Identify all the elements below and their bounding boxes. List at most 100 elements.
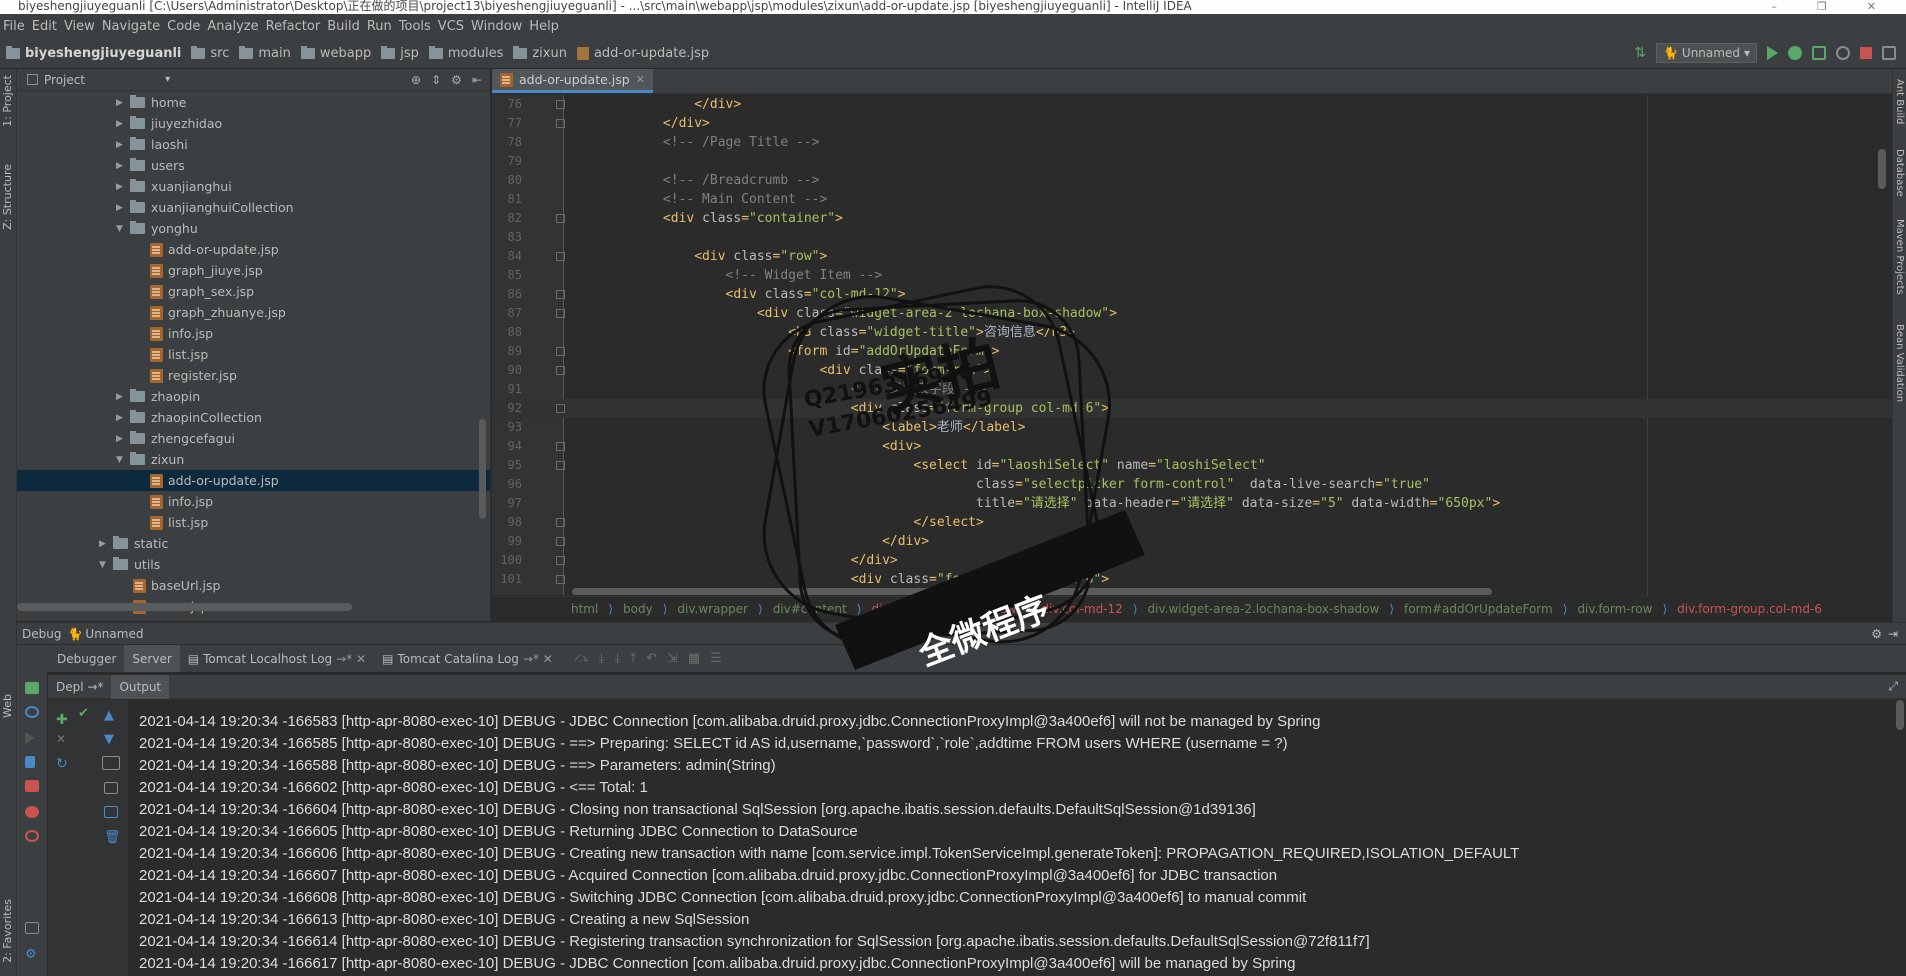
code-line[interactable]: 85 <!-- Widget Item -->: [492, 266, 1892, 285]
fold-marker-icon[interactable]: [556, 366, 565, 375]
chevron-right-icon[interactable]: ▶: [116, 413, 130, 423]
remove-icon[interactable]: ✕: [56, 732, 70, 746]
tree-item[interactable]: ▶ xuanjianghui: [17, 176, 490, 197]
menu-build[interactable]: Build: [326, 19, 366, 34]
breadcrumb-item[interactable]: zixun: [513, 46, 567, 61]
database-tab[interactable]: Database: [1894, 149, 1905, 197]
restore-icon[interactable]: ⤢: [1888, 679, 1898, 694]
chevron-down-icon[interactable]: ▼: [99, 560, 113, 570]
code-lines[interactable]: 76 </div> 77 </div> 78 <!-- /Page Title --…: [492, 95, 1892, 589]
editor-crumb[interactable]: form#addOrUpdateForm: [1404, 602, 1553, 616]
code-line[interactable]: 84 <div class="row">: [492, 247, 1892, 266]
bean-validation-tab[interactable]: Bean Validation: [1894, 324, 1905, 402]
code-line[interactable]: 95 <select id="laoshiSelect" name="laosh…: [492, 456, 1892, 475]
tab-tomcat-localhost-log[interactable]: ▤ Tomcat Localhost Log →* ✕: [180, 645, 374, 672]
code-line[interactable]: 90 <div class="form-row">: [492, 361, 1892, 380]
tree-item[interactable]: ▶ static: [17, 533, 490, 554]
debug-icon[interactable]: [1788, 46, 1802, 60]
chevron-right-icon[interactable]: ▶: [116, 182, 130, 192]
tree-item[interactable]: register.jsp: [17, 365, 490, 386]
editor-crumb[interactable]: div#content: [773, 602, 847, 616]
code-line[interactable]: 94 <div>: [492, 437, 1892, 456]
fold-marker-icon[interactable]: [556, 119, 565, 128]
drop-frame-icon[interactable]: ↶: [646, 651, 657, 666]
stop-icon[interactable]: [25, 780, 39, 792]
close-icon[interactable]: →* ✕: [336, 652, 366, 666]
editor-crumb[interactable]: div.wrapper: [677, 602, 748, 616]
mute-breakpoints-icon[interactable]: [25, 830, 39, 842]
menu-analyze[interactable]: Analyze: [206, 19, 264, 34]
tree-item[interactable]: add-or-update.jsp: [17, 239, 490, 260]
code-line[interactable]: 82 <div class="container">: [492, 209, 1892, 228]
coverage-icon[interactable]: [1812, 46, 1826, 60]
collapse-icon[interactable]: ⇕: [431, 73, 441, 87]
code-line[interactable]: 77 </div>: [492, 114, 1892, 133]
tree-item[interactable]: ▶ zhaopin: [17, 386, 490, 407]
chevron-down-icon[interactable]: ▾: [165, 74, 170, 85]
project-tool-tab[interactable]: 1: Project: [1, 75, 14, 127]
project-vertical-scrollbar[interactable]: [479, 419, 486, 519]
project-panel-title[interactable]: Project: [44, 73, 85, 87]
editor-tab-add-or-update[interactable]: add-or-update.jsp ✕: [492, 69, 653, 93]
code-line[interactable]: 86 <div class="col-md-12">: [492, 285, 1892, 304]
gear-icon[interactable]: ⚙: [1871, 627, 1882, 641]
build-icon[interactable]: ⇅: [1634, 45, 1646, 61]
print-icon[interactable]: [104, 806, 118, 818]
tree-item[interactable]: info.jsp: [17, 491, 490, 512]
fold-marker-icon[interactable]: [556, 252, 565, 261]
tree-item[interactable]: info.jsp: [17, 323, 490, 344]
menu-navigate[interactable]: Navigate: [101, 19, 166, 34]
menu-tools[interactable]: Tools: [398, 19, 437, 34]
update-icon[interactable]: [25, 706, 39, 718]
deployment-tab[interactable]: Depl →*: [48, 680, 111, 694]
editor-crumb[interactable]: div.form-group.col-md-6: [1677, 602, 1822, 616]
resume-icon[interactable]: [25, 732, 35, 744]
tab-server[interactable]: Server: [124, 645, 180, 672]
breadcrumb-item[interactable]: src: [191, 46, 229, 61]
breadcrumb-item[interactable]: add-or-update.jsp: [576, 46, 709, 61]
gear-icon[interactable]: ⚙: [451, 73, 462, 87]
tree-item[interactable]: ▶ xuanjianghuiCollection: [17, 197, 490, 218]
pause-icon[interactable]: [25, 756, 35, 768]
fold-marker-icon[interactable]: [556, 556, 565, 565]
code-line[interactable]: 79: [492, 152, 1892, 171]
evaluate-icon[interactable]: ▦: [688, 651, 700, 666]
fold-marker-icon[interactable]: [556, 404, 565, 413]
tree-item[interactable]: add-or-update.jsp: [17, 470, 490, 491]
close-icon[interactable]: →* ✕: [523, 652, 553, 666]
fold-marker-icon[interactable]: [556, 347, 565, 356]
clear-all-icon[interactable]: 🗑: [104, 830, 121, 845]
tree-item[interactable]: graph_zhuanye.jsp: [17, 302, 490, 323]
code-line[interactable]: 92 <div class="form-group col-md-6">: [492, 399, 1892, 418]
profile-icon[interactable]: [1836, 46, 1850, 60]
breadcrumb-item[interactable]: modules: [428, 46, 503, 61]
menu-run[interactable]: Run: [366, 19, 398, 34]
project-horizontal-scrollbar[interactable]: [17, 603, 352, 611]
editor-crumb[interactable]: div.row: [974, 602, 1017, 616]
editor-crumb[interactable]: div.form-row: [1577, 602, 1652, 616]
code-line[interactable]: 93 <label>老师</label>: [492, 418, 1892, 437]
code-line[interactable]: 99 </div>: [492, 532, 1892, 551]
code-line[interactable]: 101 <div class="form-group col-md-6">: [492, 570, 1892, 589]
menu-help[interactable]: Help: [528, 19, 565, 34]
output-tab[interactable]: Output: [111, 674, 170, 699]
close-window-button[interactable]: ✕: [1867, 0, 1876, 13]
fold-marker-icon[interactable]: [556, 575, 565, 584]
close-icon[interactable]: ✕: [636, 73, 645, 86]
chevron-right-icon[interactable]: ▶: [116, 203, 130, 213]
editor-crumb[interactable]: body: [623, 602, 653, 616]
code-line[interactable]: 89 <form id="addOrUpdateForm">: [492, 342, 1892, 361]
scroll-to-end-icon[interactable]: [104, 782, 118, 794]
chevron-right-icon[interactable]: ▶: [116, 434, 130, 444]
code-line[interactable]: 91 <!-- 级联表字段 -->: [492, 380, 1892, 399]
menu-vcs[interactable]: VCS: [437, 19, 470, 34]
breadcrumb-item[interactable]: biyeshengjiuyeguanli: [6, 46, 181, 61]
trace-icon[interactable]: ☰: [710, 651, 722, 666]
locate-icon[interactable]: ⊕: [411, 73, 421, 87]
chevron-right-icon[interactable]: ▶: [116, 140, 130, 150]
step-into-icon[interactable]: ⤓: [599, 651, 605, 666]
project-structure-icon[interactable]: [1882, 46, 1896, 60]
code-line[interactable]: 78 <!-- /Page Title -->: [492, 133, 1892, 152]
editor-vertical-scrollbar[interactable]: [1878, 149, 1886, 189]
chevron-right-icon[interactable]: ▶: [116, 119, 130, 129]
